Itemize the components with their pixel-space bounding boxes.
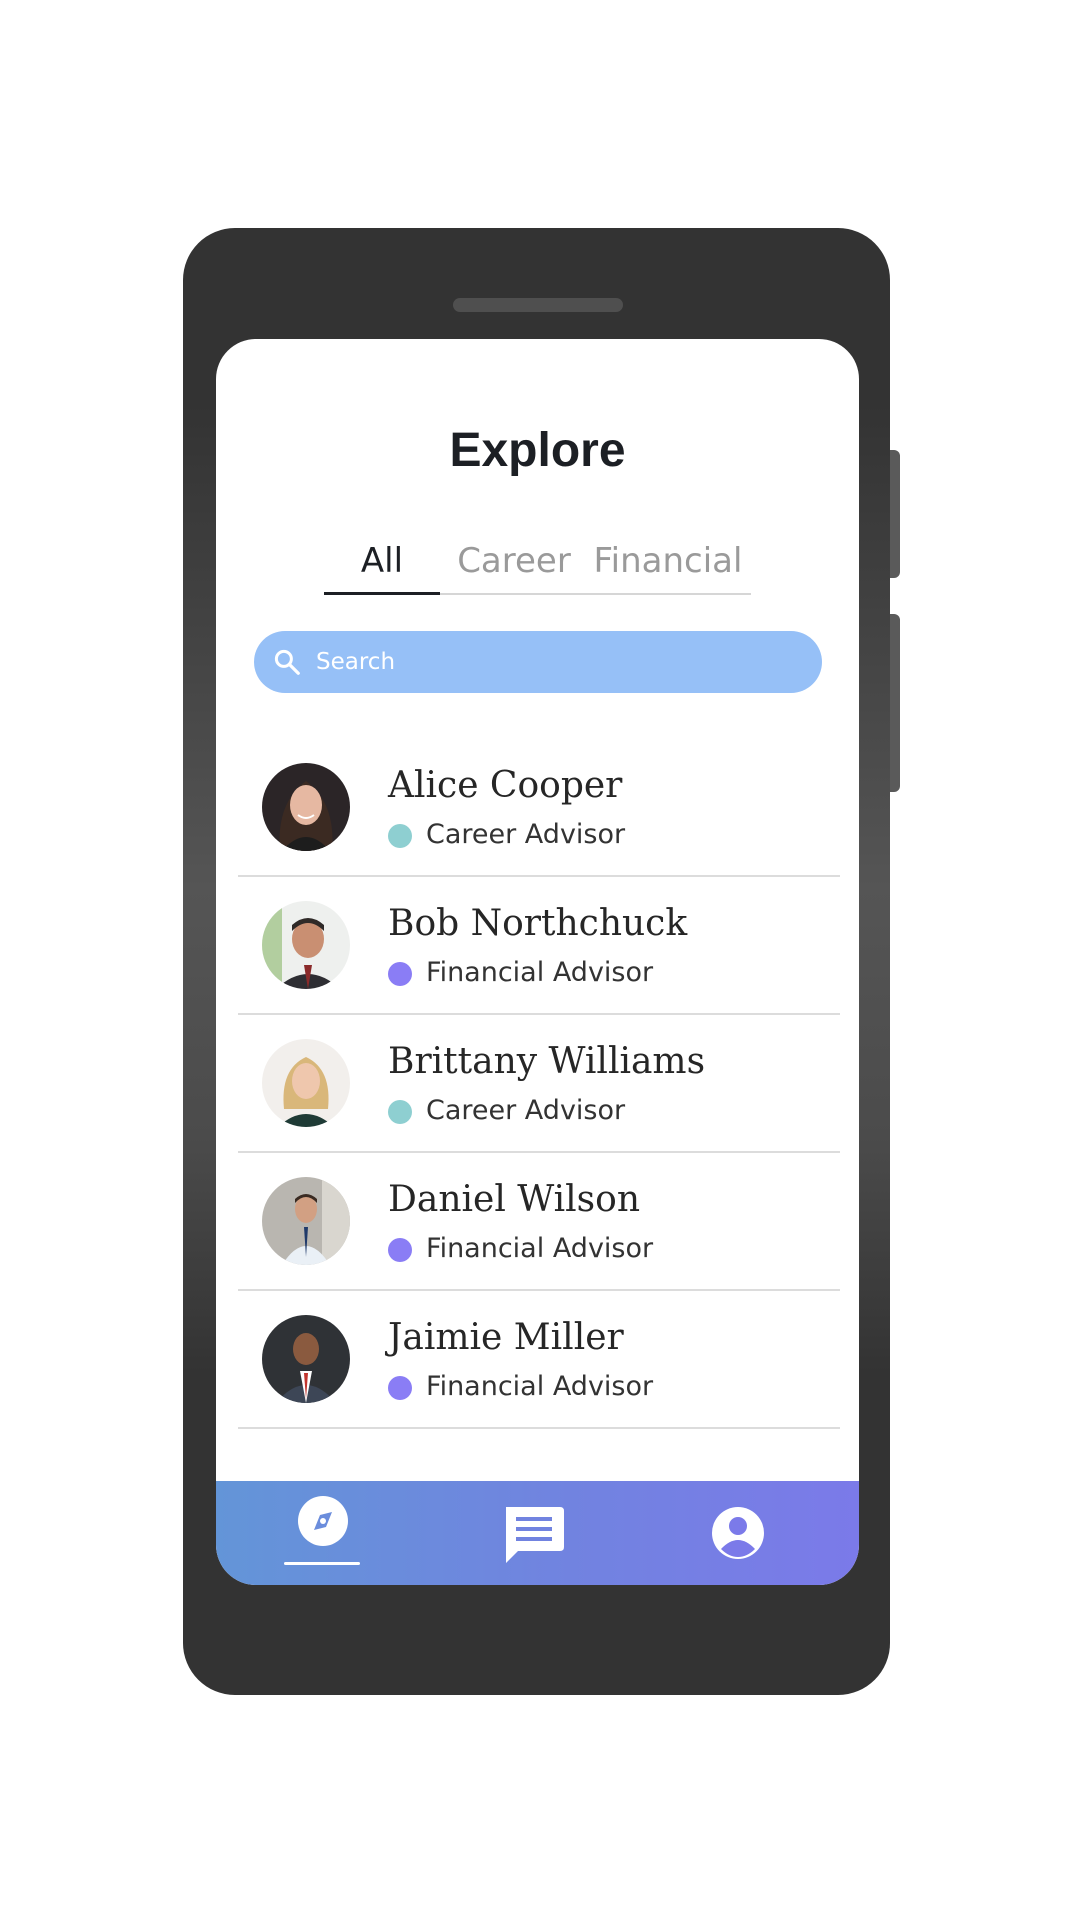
- advisor-name: Daniel Wilson: [388, 1179, 641, 1220]
- avatar: [262, 1177, 350, 1265]
- advisor-role: Career Advisor: [426, 819, 626, 850]
- nav-profile[interactable]: [701, 1481, 775, 1585]
- avatar: [262, 763, 350, 851]
- tab-all[interactable]: All: [324, 539, 440, 593]
- nav-explore[interactable]: [286, 1481, 360, 1585]
- role-dot: [388, 1376, 412, 1400]
- advisor-row[interactable]: Jaimie Miller Financial Advisor: [238, 1291, 840, 1429]
- advisor-role: Financial Advisor: [426, 1233, 654, 1264]
- chat-icon: [506, 1507, 564, 1563]
- bottom-navigation: [216, 1481, 859, 1585]
- avatar: [262, 901, 350, 989]
- category-tabs: All Career Financial: [324, 539, 751, 595]
- search-bar[interactable]: [254, 631, 822, 693]
- advisor-name: Jaimie Miller: [388, 1317, 624, 1358]
- advisor-row[interactable]: Alice Cooper Career Advisor: [238, 739, 840, 877]
- nav-messages[interactable]: [496, 1481, 570, 1585]
- advisor-role: Financial Advisor: [426, 1371, 654, 1402]
- phone-speaker: [453, 298, 623, 312]
- search-icon: [274, 649, 300, 675]
- phone-side-button: [890, 614, 900, 792]
- search-input[interactable]: [316, 631, 796, 693]
- page-title: Explore: [449, 424, 626, 477]
- advisor-role: Financial Advisor: [426, 957, 654, 988]
- phone-side-button: [890, 450, 900, 578]
- stage: Explore All Career Financial Search Alic…: [0, 0, 1080, 1920]
- role-dot: [388, 824, 412, 848]
- app-screen: Explore All Career Financial Search Alic…: [216, 339, 859, 1585]
- advisor-row[interactable]: Bob Northchuck Financial Advisor: [238, 877, 840, 1015]
- role-dot: [388, 962, 412, 986]
- role-dot: [388, 1238, 412, 1262]
- advisor-name: Alice Cooper: [388, 765, 623, 806]
- compass-icon: [298, 1496, 348, 1546]
- advisor-list: Alice Cooper Career Advisor Bob Northchu…: [238, 739, 840, 1429]
- advisor-row[interactable]: Brittany Williams Career Advisor: [238, 1015, 840, 1153]
- advisor-role: Career Advisor: [426, 1095, 626, 1126]
- active-tab-indicator: [324, 592, 440, 595]
- tab-career[interactable]: Career: [454, 539, 574, 593]
- account-icon: [712, 1507, 764, 1559]
- tab-financial[interactable]: Financial: [588, 539, 748, 593]
- avatar: [262, 1039, 350, 1127]
- role-dot: [388, 1100, 412, 1124]
- active-nav-indicator: [284, 1562, 360, 1565]
- advisor-row[interactable]: Daniel Wilson Financial Advisor: [238, 1153, 840, 1291]
- advisor-name: Brittany Williams: [388, 1041, 706, 1082]
- avatar: [262, 1315, 350, 1403]
- advisor-name: Bob Northchuck: [388, 903, 688, 944]
